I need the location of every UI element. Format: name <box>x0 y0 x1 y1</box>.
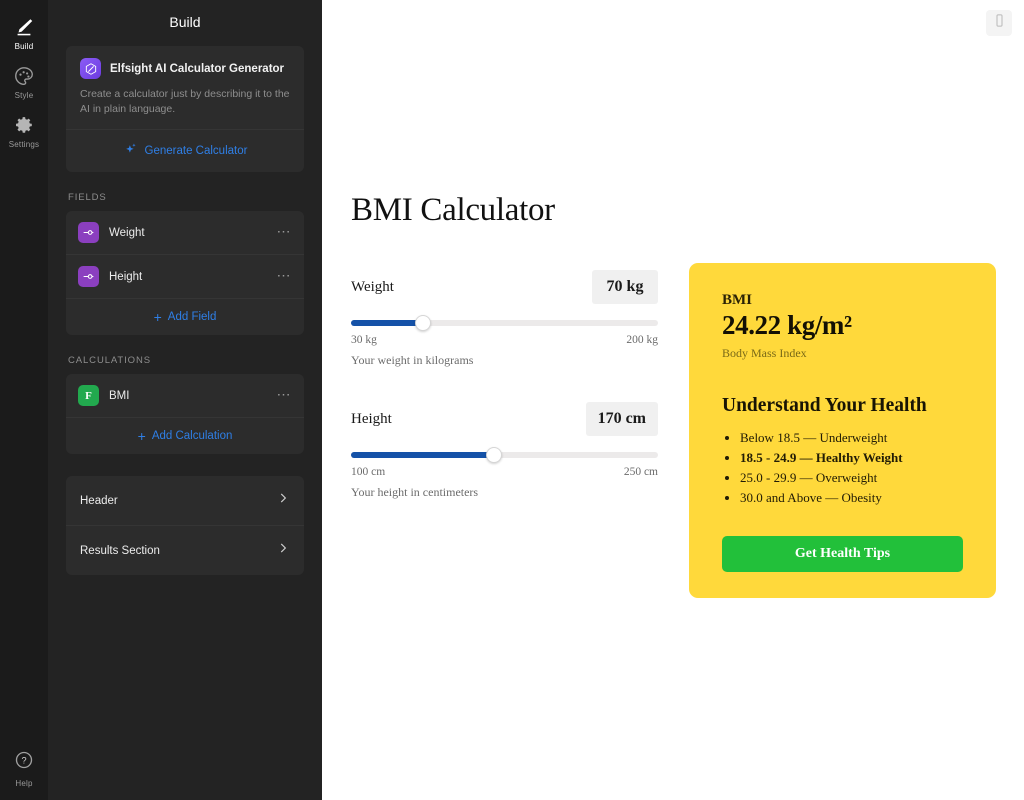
question-circle-icon: ? <box>14 750 34 775</box>
sidebar-title: Build <box>66 0 304 46</box>
plus-icon: + <box>138 429 146 443</box>
calculation-row-bmi-label: BMI <box>109 390 267 402</box>
weight-helper-text: Your weight in kilograms <box>351 353 658 368</box>
weight-slider[interactable] <box>351 314 658 332</box>
add-field-button[interactable]: + Add Field <box>66 298 304 335</box>
height-min-label: 100 cm <box>351 466 385 478</box>
weight-slider-thumb[interactable] <box>415 315 431 331</box>
weight-value-display[interactable]: 70 kg <box>592 270 658 304</box>
gear-icon <box>13 114 35 136</box>
ai-generator-card-body: Elfsight AI Calculator Generator Create … <box>66 46 304 129</box>
height-helper-text: Your height in centimeters <box>351 485 658 500</box>
height-range-labels: 100 cm 250 cm <box>351 466 658 478</box>
slider-icon <box>78 266 99 287</box>
list-item: 18.5 - 24.9 — Healthy Weight <box>740 448 963 468</box>
rail-item-build[interactable]: Build <box>0 8 48 57</box>
svg-text:?: ? <box>21 756 26 766</box>
form-field-height: Height 170 cm 100 cm 250 cm Your height … <box>351 402 658 500</box>
nav-row-results-section[interactable]: Results Section <box>66 525 304 575</box>
list-item: 25.0 - 29.9 — Overweight <box>740 468 963 488</box>
calculations-section-label: CALCULATIONS <box>68 355 304 366</box>
form-field-weight-label: Weight <box>351 279 394 296</box>
ellipsis-icon[interactable]: ⋯ <box>277 275 293 279</box>
form-field-weight-head: Weight 70 kg <box>351 270 658 304</box>
fields-section-label: FIELDS <box>68 192 304 203</box>
weight-slider-fill <box>351 320 423 326</box>
rail-item-settings[interactable]: Settings <box>0 106 48 155</box>
add-calculation-button[interactable]: + Add Calculation <box>66 417 304 454</box>
calculator-form: Weight 70 kg 30 kg 200 kg Your weight in… <box>351 270 658 534</box>
generate-calculator-label: Generate Calculator <box>145 145 248 157</box>
list-item: 30.0 and Above — Obesity <box>740 488 963 508</box>
field-row-height[interactable]: Height ⋯ <box>66 254 304 298</box>
rail-item-build-label: Build <box>15 42 34 51</box>
pen-icon <box>13 16 35 38</box>
mobile-preview-toggle[interactable] <box>986 10 1012 36</box>
ellipsis-icon[interactable]: ⋯ <box>277 231 293 235</box>
form-field-height-head: Height 170 cm <box>351 402 658 436</box>
sections-nav-card: Header Results Section <box>66 476 304 575</box>
palette-icon <box>13 65 35 87</box>
plus-icon: + <box>154 310 162 324</box>
ai-generator-title: Elfsight AI Calculator Generator <box>110 63 284 75</box>
chevron-right-icon <box>276 491 290 510</box>
calculation-row-bmi[interactable]: F BMI ⋯ <box>66 374 304 417</box>
add-field-label: Add Field <box>168 311 217 323</box>
result-metric-sublabel: Body Mass Index <box>722 346 963 361</box>
elfsight-logo-icon <box>80 58 101 79</box>
function-icon: F <box>78 385 99 406</box>
height-value-display[interactable]: 170 cm <box>586 402 658 436</box>
weight-max-label: 200 kg <box>626 334 658 346</box>
nav-row-header[interactable]: Header <box>66 476 304 525</box>
height-slider[interactable] <box>351 446 658 464</box>
app-root: Build Style Settings <box>0 0 1024 800</box>
field-row-weight-label: Weight <box>109 227 267 239</box>
height-slider-fill <box>351 452 494 458</box>
help-button[interactable]: ? Help <box>0 750 48 788</box>
ellipsis-icon[interactable]: ⋯ <box>277 394 293 398</box>
form-field-weight: Weight 70 kg 30 kg 200 kg Your weight in… <box>351 270 658 368</box>
ai-generator-card: Elfsight AI Calculator Generator Create … <box>66 46 304 172</box>
preview-canvas: BMI Calculator Weight 70 kg 30 kg 200 kg… <box>322 0 1024 800</box>
rail-item-style-label: Style <box>15 91 34 100</box>
form-field-height-label: Height <box>351 411 392 428</box>
sparkles-icon <box>123 141 138 161</box>
help-label: Help <box>15 779 32 788</box>
rail-item-settings-label: Settings <box>9 140 40 149</box>
field-row-weight[interactable]: Weight ⋯ <box>66 211 304 254</box>
left-icon-rail: Build Style Settings <box>0 0 48 800</box>
weight-min-label: 30 kg <box>351 334 377 346</box>
nav-row-results-section-label: Results Section <box>80 545 160 557</box>
height-max-label: 250 cm <box>624 466 658 478</box>
result-heading: Understand Your Health <box>722 395 963 417</box>
bmi-category-list: Below 18.5 — Underweight 18.5 - 24.9 — H… <box>740 428 963 509</box>
result-card: BMI 24.22 kg/m² Body Mass Index Understa… <box>689 263 996 598</box>
slider-icon <box>78 222 99 243</box>
nav-row-header-label: Header <box>80 495 118 507</box>
list-item: Below 18.5 — Underweight <box>740 428 963 448</box>
ai-generator-header: Elfsight AI Calculator Generator <box>80 58 290 79</box>
mobile-device-icon <box>992 13 1007 33</box>
rail-item-style[interactable]: Style <box>0 57 48 106</box>
generate-calculator-button[interactable]: Generate Calculator <box>66 129 304 172</box>
fields-card: Weight ⋯ Height ⋯ + Add Field <box>66 211 304 335</box>
add-calculation-label: Add Calculation <box>152 430 233 442</box>
height-slider-thumb[interactable] <box>486 447 502 463</box>
calculations-card: F BMI ⋯ + Add Calculation <box>66 374 304 454</box>
sidebar-panel: Build Elfsight AI Calculator Generator C… <box>48 0 322 800</box>
result-metric-value: 24.22 kg/m² <box>722 310 963 341</box>
result-metric-label: BMI <box>722 292 963 309</box>
field-row-height-label: Height <box>109 271 267 283</box>
page-title: BMI Calculator <box>351 192 555 229</box>
weight-range-labels: 30 kg 200 kg <box>351 334 658 346</box>
ai-generator-description: Create a calculator just by describing i… <box>80 87 290 117</box>
chevron-right-icon <box>276 541 290 560</box>
get-health-tips-button[interactable]: Get Health Tips <box>722 536 963 572</box>
